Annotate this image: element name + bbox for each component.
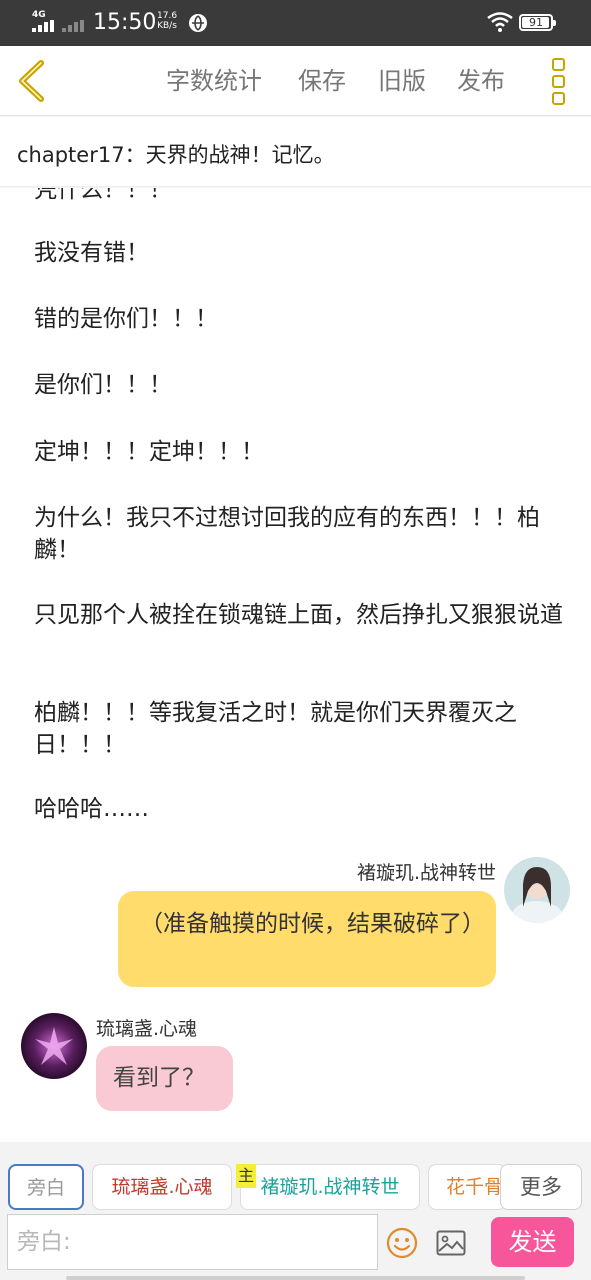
narration-paragraph: 是你们！！！ <box>34 372 172 398</box>
story-content[interactable]: 凭什么！！！ 我没有错！ 错的是你们！！！ 是你们！！！ 定坤！！！定坤！！！ … <box>0 188 591 1142</box>
signal-icon-secondary <box>62 20 84 32</box>
narration-paragraph: 凭什么！！！ <box>34 188 172 203</box>
role-chip-huaqiangu[interactable]: 花千骨 <box>428 1164 506 1210</box>
owner-tag: 主 <box>236 1164 256 1188</box>
network-type: 4G <box>32 10 46 20</box>
publish-button[interactable]: 发布 <box>457 66 505 96</box>
battery-icon: 91 <box>519 14 556 31</box>
input-bar: 发送 <box>0 1212 591 1280</box>
network-speed-unit: KB/s <box>157 21 177 31</box>
battery-level: 91 <box>529 16 543 29</box>
narration-paragraph: 为什么！我只不过想讨回我的应有的东西！！！柏麟！ <box>34 505 540 563</box>
clock: 15:50 <box>93 10 157 35</box>
word-count-button[interactable]: 字数统计 <box>166 66 262 96</box>
role-chip-chuxuanji[interactable]: 褚璇玑.战神转世 <box>240 1164 420 1210</box>
message-input[interactable] <box>7 1214 378 1270</box>
sender-name: 琉璃盏.心魂 <box>96 1018 198 1040</box>
sender-name: 褚璇玑.战神转世 <box>356 862 496 884</box>
signal-icon <box>32 20 54 32</box>
chapter-header: chapter17：天界的战神！记忆。 <box>0 117 591 187</box>
message-bubble[interactable]: （准备触摸的时候，结果破碎了） <box>118 891 496 987</box>
emoji-icon[interactable] <box>386 1227 418 1259</box>
narration-paragraph: 只见那个人被拴在锁魂链上面，然后挣扎又狠狠说道 <box>34 602 563 628</box>
network-speed-value: 17.6 <box>157 11 178 21</box>
back-icon <box>19 60 44 102</box>
send-button[interactable]: 发送 <box>491 1217 574 1267</box>
narration-paragraph: 定坤！！！定坤！！！ <box>34 439 264 465</box>
narration-paragraph: 柏麟！！！等我复活之时！就是你们天界覆灭之日！！！ <box>34 700 517 758</box>
role-chip-liulizhan[interactable]: 琉璃盏.心魂 <box>92 1164 232 1210</box>
scrollbar[interactable] <box>66 1276 525 1280</box>
wifi-icon <box>487 12 513 32</box>
role-chip-narration[interactable]: 旁白 <box>8 1164 84 1210</box>
more-icon[interactable] <box>549 56 569 106</box>
old-version-button[interactable]: 旧版 <box>378 66 426 96</box>
narration-paragraph: 我没有错！ <box>34 240 149 266</box>
globe-icon <box>189 14 207 32</box>
role-selector: 旁白 琉璃盏.心魂 褚璇玑.战神转世 主 花千骨 更多 <box>0 1142 591 1212</box>
avatar[interactable] <box>504 857 570 923</box>
narration-paragraph: 哈哈哈…… <box>34 796 149 822</box>
status-bar: 4G 15:50 17.6 KB/s 91 <box>0 0 591 46</box>
more-roles-button[interactable]: 更多 <box>500 1164 582 1210</box>
back-button[interactable] <box>12 59 52 103</box>
network-speed: 17.6 KB/s <box>157 11 177 31</box>
editor-toolbar: 字数统计 保存 旧版 发布 <box>0 46 591 116</box>
narration-paragraph: 错的是你们！！！ <box>34 306 218 332</box>
message-bubble[interactable]: 看到了？ <box>96 1046 233 1111</box>
save-button[interactable]: 保存 <box>298 66 346 96</box>
avatar[interactable] <box>21 1013 87 1079</box>
chapter-title[interactable]: chapter17：天界的战神！记忆。 <box>17 139 335 169</box>
image-icon[interactable] <box>436 1230 466 1256</box>
